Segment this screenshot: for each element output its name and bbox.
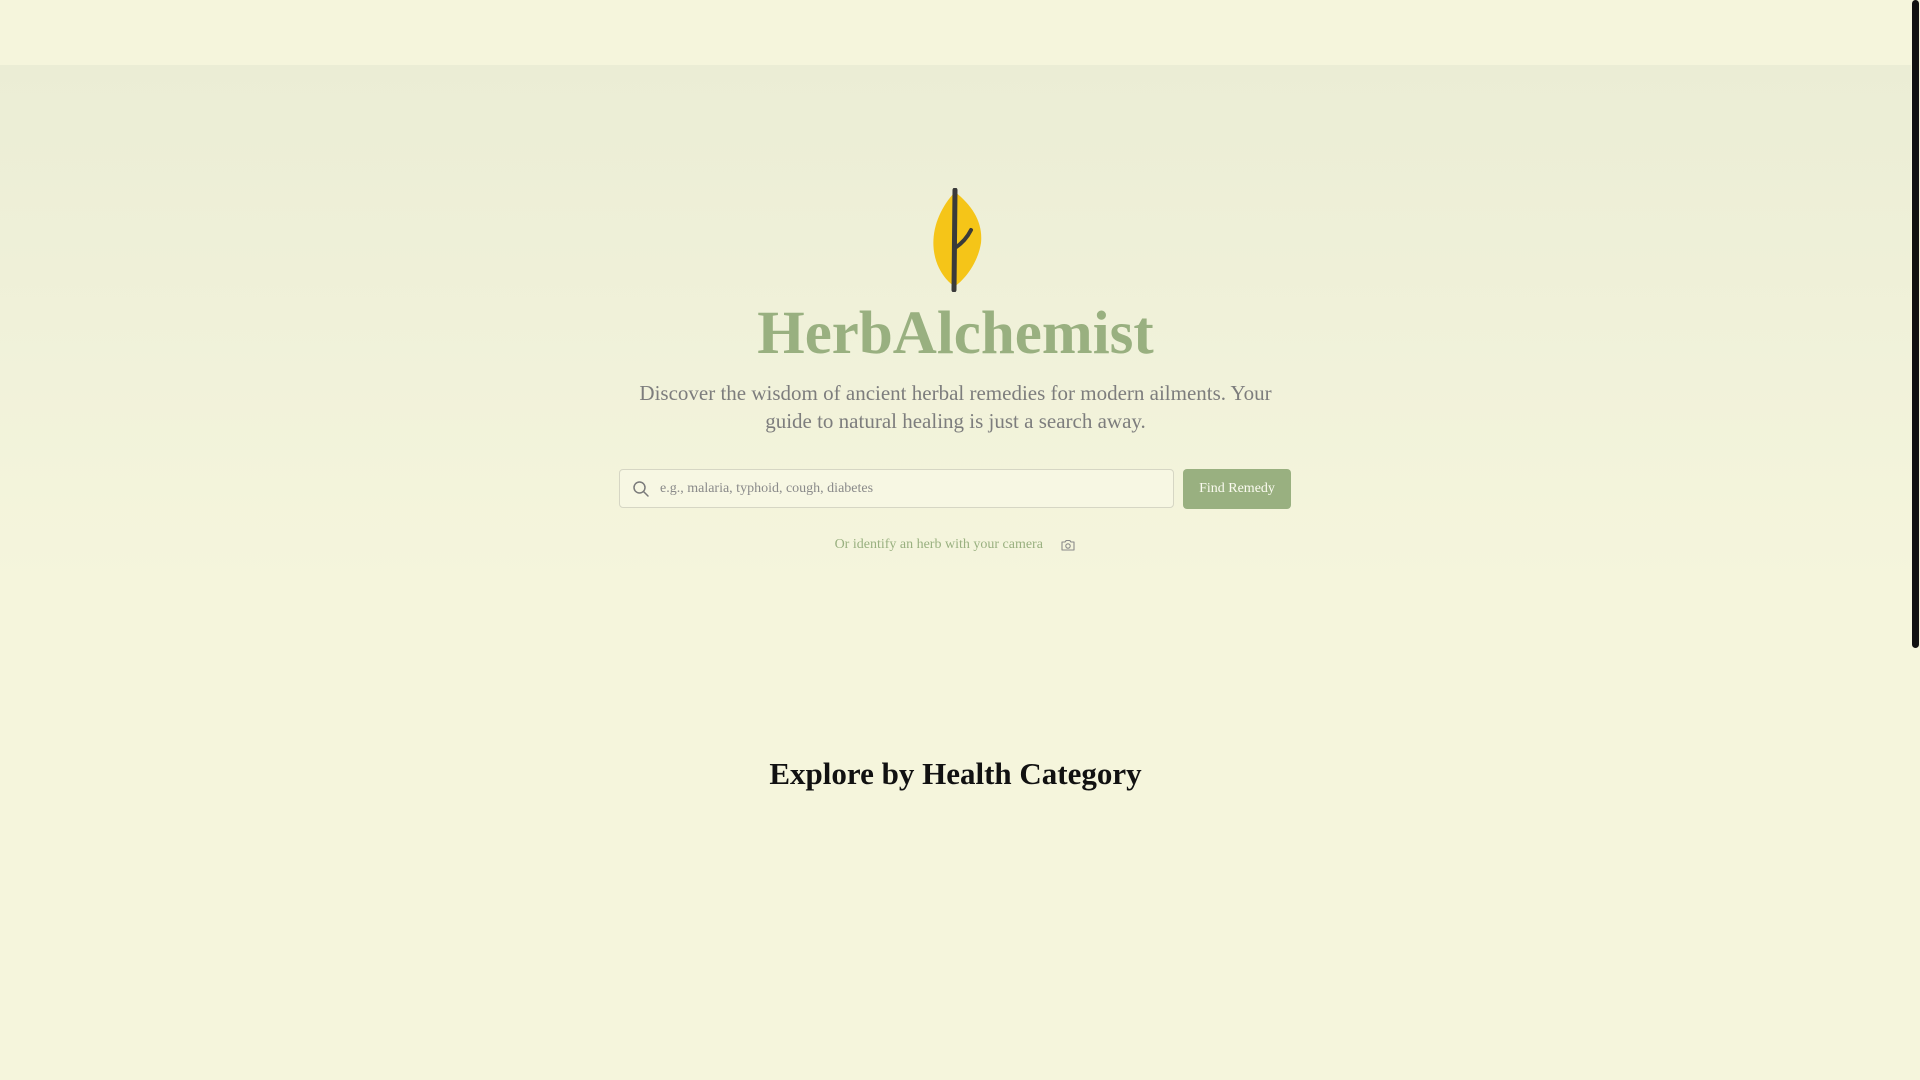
search-input[interactable] [660, 470, 1160, 507]
app-subtitle: Discover the wisdom of ancient herbal re… [639, 381, 1272, 433]
camera-icon[interactable] [1060, 537, 1076, 553]
scrollbar[interactable] [1911, 0, 1920, 1080]
app-title: HerbAlchemist [757, 300, 1154, 367]
categories-heading: Explore by Health Category [769, 756, 1142, 791]
search-box[interactable] [619, 469, 1174, 508]
search-icon [633, 481, 649, 497]
find-remedy-button[interactable]: Find Remedy [1183, 469, 1291, 509]
leaf-icon [933, 188, 982, 292]
camera-identify-label: Or identify an herb with your camera [834, 537, 1043, 552]
page: HerbAlchemist Discover the wisdom of anc… [0, 0, 1920, 1080]
scrollbar-thumb[interactable] [1912, 0, 1919, 648]
top-bar [0, 0, 1911, 65]
camera-identify-link[interactable]: Or identify an herb with your camera [0, 535, 1911, 555]
